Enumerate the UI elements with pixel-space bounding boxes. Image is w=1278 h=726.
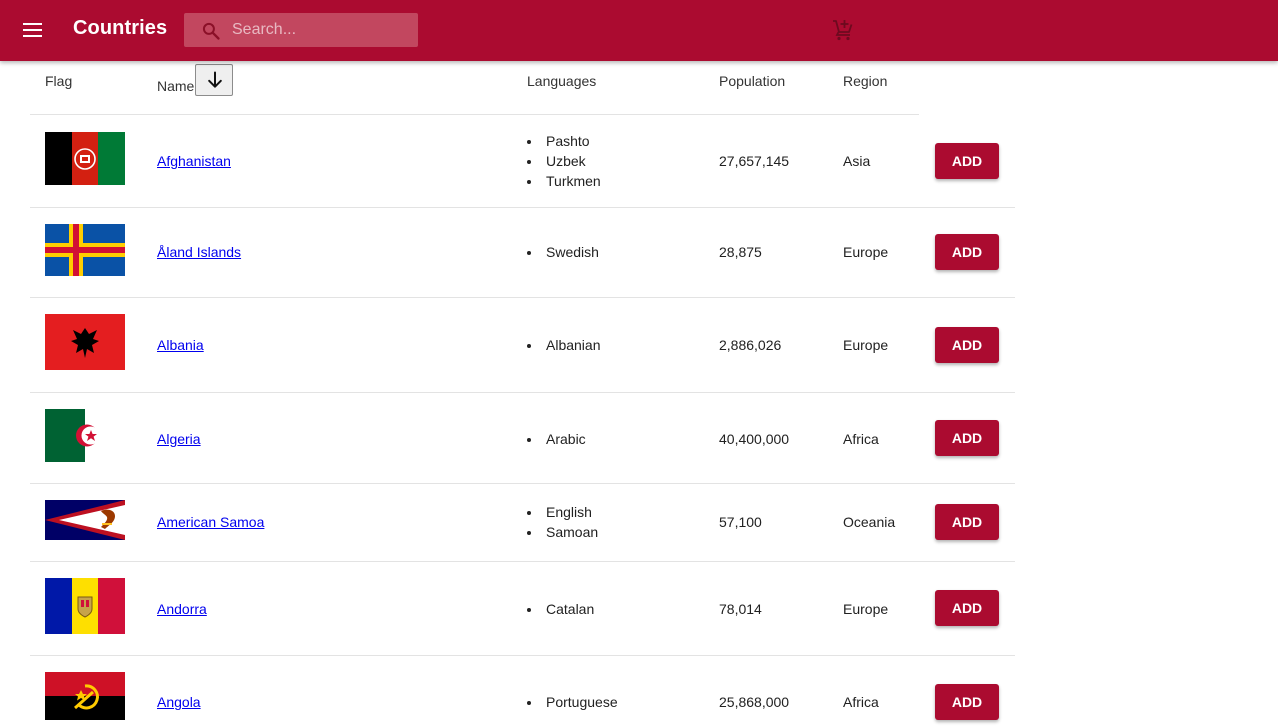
country-name-link[interactable]: American Samoa <box>157 514 264 530</box>
flag-albania <box>45 314 125 370</box>
language-item: Pashto <box>527 131 601 151</box>
table-header: Flag Name Languages Population Region <box>30 61 919 115</box>
table-row: Albania Albanian 2,886,026 Europe ADD <box>30 298 1015 393</box>
population-value: 57,100 <box>719 514 762 530</box>
region-value: Europe <box>843 244 889 260</box>
header-name: Name <box>157 78 195 94</box>
add-button[interactable]: ADD <box>935 327 999 363</box>
header-flag: Flag <box>45 73 73 89</box>
table-row: Andorra Catalan 78,014 Europe ADD <box>30 562 1015 656</box>
table-row: American Samoa English Samoan 57,100 Oce… <box>30 484 1015 562</box>
country-name-link[interactable]: Andorra <box>157 601 207 617</box>
country-name-link[interactable]: Albania <box>157 337 204 353</box>
search-box <box>184 13 418 47</box>
region-value: Europe <box>843 601 889 617</box>
add-button[interactable]: ADD <box>935 590 999 626</box>
population-value: 78,014 <box>719 601 762 617</box>
languages-list: Swedish <box>527 242 599 262</box>
add-button[interactable]: ADD <box>935 234 999 270</box>
flag-angola <box>45 672 125 720</box>
region-value: Africa <box>843 431 879 447</box>
add-shopping-cart-icon[interactable] <box>831 18 855 42</box>
language-item: Arabic <box>527 429 586 449</box>
countries-table: Flag Name Languages Population Region Af… <box>30 61 1015 726</box>
search-icon <box>202 22 220 40</box>
languages-list: Arabic <box>527 429 586 449</box>
language-item: Turkmen <box>527 171 601 191</box>
arrow-down-icon <box>208 71 222 88</box>
population-value: 2,886,026 <box>719 337 782 353</box>
region-value: Europe <box>843 337 889 353</box>
add-button[interactable]: ADD <box>935 143 999 179</box>
population-value: 25,868,000 <box>719 694 790 710</box>
add-button[interactable]: ADD <box>935 504 999 540</box>
flag-aland-islands <box>45 224 125 276</box>
population-value: 27,657,145 <box>719 153 790 169</box>
country-name-link[interactable]: Åland Islands <box>157 244 241 260</box>
table-row: Angola Portuguese 25,868,000 Africa ADD <box>30 656 1015 726</box>
flag-algeria <box>45 409 125 462</box>
languages-list: Portuguese <box>527 692 618 712</box>
add-button[interactable]: ADD <box>935 420 999 456</box>
language-item: Catalan <box>527 599 594 619</box>
header-languages: Languages <box>527 73 597 89</box>
language-item: Uzbek <box>527 151 601 171</box>
languages-list: English Samoan <box>527 502 598 542</box>
language-item: Portuguese <box>527 692 618 712</box>
add-button[interactable]: ADD <box>935 684 999 720</box>
language-item: Samoan <box>527 522 598 542</box>
country-name-link[interactable]: Algeria <box>157 431 201 447</box>
header-region: Region <box>843 73 888 89</box>
population-value: 40,400,000 <box>719 431 790 447</box>
languages-list: Catalan <box>527 599 594 619</box>
country-name-link[interactable]: Angola <box>157 694 201 710</box>
table-row: Åland Islands Swedish 28,875 Europe ADD <box>30 208 1015 298</box>
sort-name-button[interactable] <box>195 64 233 96</box>
table-row: Algeria Arabic 40,400,000 Africa ADD <box>30 393 1015 484</box>
population-value: 28,875 <box>719 244 762 260</box>
flag-american-samoa <box>45 500 125 540</box>
languages-list: Pashto Uzbek Turkmen <box>527 131 601 191</box>
search-input[interactable] <box>232 13 412 47</box>
language-item: Albanian <box>527 335 601 355</box>
region-value: Asia <box>843 153 871 169</box>
flag-afghanistan <box>45 132 125 185</box>
menu-icon[interactable] <box>22 20 44 40</box>
region-value: Oceania <box>843 514 896 530</box>
header-population: Population <box>719 73 786 89</box>
language-item: Swedish <box>527 242 599 262</box>
language-item: English <box>527 502 598 522</box>
app-toolbar: Countries <box>0 0 1278 61</box>
country-name-link[interactable]: Afghanistan <box>157 153 231 169</box>
table-row: Afghanistan Pashto Uzbek Turkmen 27,657,… <box>30 115 1015 208</box>
languages-list: Albanian <box>527 335 601 355</box>
app-title: Countries <box>73 17 168 39</box>
region-value: Africa <box>843 694 879 710</box>
flag-andorra <box>45 578 125 634</box>
